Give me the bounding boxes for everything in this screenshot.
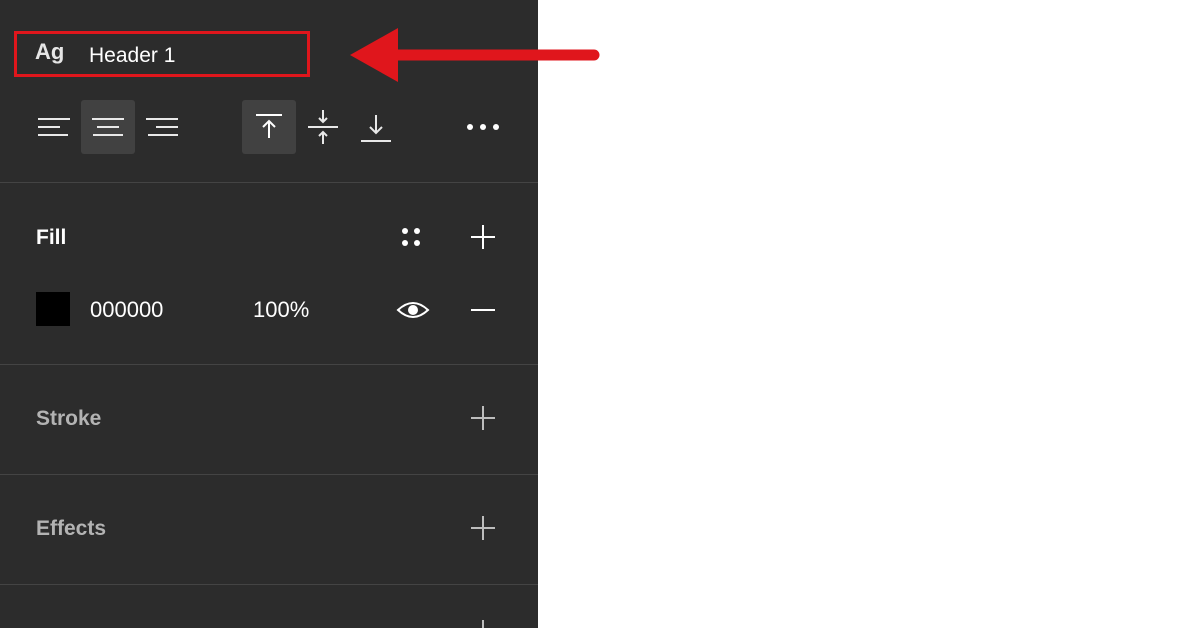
toggle-visibility-button[interactable] bbox=[393, 290, 433, 330]
fill-color-swatch[interactable] bbox=[36, 292, 70, 326]
align-bottom-button[interactable] bbox=[349, 100, 403, 154]
divider bbox=[0, 584, 538, 585]
add-icon bbox=[471, 516, 495, 540]
fill-section-title: Fill bbox=[36, 226, 67, 249]
annotation-arrow-icon bbox=[350, 28, 600, 82]
style-grid-icon bbox=[402, 228, 420, 246]
align-top-icon bbox=[256, 114, 282, 138]
text-style-name: Header 1 bbox=[89, 44, 176, 67]
add-icon bbox=[482, 620, 484, 628]
align-middle-icon bbox=[308, 110, 338, 144]
align-top-button[interactable] bbox=[242, 100, 296, 154]
divider bbox=[0, 474, 538, 475]
text-style-icon: Ag bbox=[35, 39, 65, 64]
stroke-section-title: Stroke bbox=[36, 407, 102, 430]
more-options-button[interactable] bbox=[456, 100, 510, 154]
fill-opacity-value[interactable]: 100% bbox=[253, 297, 309, 323]
divider bbox=[0, 182, 538, 183]
align-center-button[interactable] bbox=[81, 100, 135, 154]
align-center-icon bbox=[92, 118, 124, 136]
align-right-button[interactable] bbox=[136, 100, 190, 154]
effects-section-title: Effects bbox=[36, 517, 107, 540]
align-right-icon bbox=[146, 118, 178, 136]
more-icon bbox=[467, 124, 499, 130]
fill-hex-value[interactable]: 000000 bbox=[90, 297, 163, 323]
remove-icon bbox=[471, 309, 495, 311]
style-grid-button[interactable] bbox=[391, 217, 431, 257]
eye-icon bbox=[396, 302, 430, 318]
add-fill-button[interactable] bbox=[463, 217, 503, 257]
design-properties-panel: Ag Header 1 Fill 000000 100% Stroke Effe… bbox=[0, 0, 538, 628]
add-effect-button[interactable] bbox=[463, 508, 503, 548]
add-icon bbox=[471, 406, 495, 430]
divider bbox=[0, 364, 538, 365]
add-icon bbox=[471, 225, 495, 249]
remove-fill-button[interactable] bbox=[463, 290, 503, 330]
text-style-row[interactable]: Ag Header 1 bbox=[14, 31, 310, 77]
align-middle-button[interactable] bbox=[296, 100, 350, 154]
add-next-section-button[interactable] bbox=[463, 612, 503, 628]
align-left-icon bbox=[38, 118, 70, 136]
align-left-button[interactable] bbox=[26, 100, 80, 154]
align-bottom-icon bbox=[361, 115, 391, 142]
add-stroke-button[interactable] bbox=[463, 398, 503, 438]
